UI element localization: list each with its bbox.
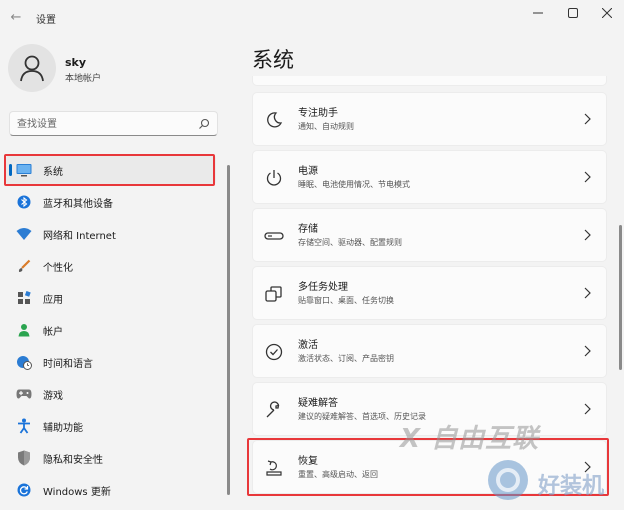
sidebar-item-network[interactable]: 网络和 Internet [6, 219, 216, 249]
sidebar-item-privacy[interactable]: 隐私和安全性 [6, 443, 216, 473]
sidebar-item-accounts[interactable]: 帐户 [6, 315, 216, 345]
settings-card-focus-assist[interactable]: 专注助手 通知、自动规则 [252, 92, 607, 146]
person-icon [16, 322, 32, 338]
sidebar-item-bluetooth[interactable]: 蓝牙和其他设备 [6, 187, 216, 217]
watermark-brand-secondary: 好装机 [538, 474, 605, 499]
settings-card-activation[interactable]: 激活 激活状态、订阅、产品密钥 [252, 324, 607, 378]
user-name: sky [65, 56, 87, 69]
globe-clock-icon [16, 354, 32, 370]
sidebar-item-label: 时间和语言 [43, 358, 93, 370]
back-arrow-icon: ← [10, 9, 22, 25]
chevron-right-icon [584, 171, 591, 183]
card-title: 电源 [298, 166, 318, 177]
power-icon [264, 168, 284, 188]
sidebar-item-label: 游戏 [43, 390, 63, 402]
sidebar-item-accessibility[interactable]: 辅助功能 [6, 411, 216, 441]
sidebar-item-time-language[interactable]: 时间和语言 [6, 347, 216, 377]
chevron-right-icon [584, 403, 591, 415]
sidebar-item-windows-update[interactable]: Windows 更新 [6, 475, 216, 505]
sidebar-scrollbar[interactable] [227, 165, 230, 495]
card-subtitle: 通知、自动规则 [298, 122, 354, 131]
minimize-icon [533, 12, 543, 14]
search-input[interactable] [17, 116, 197, 132]
sidebar-item-label: 帐户 [43, 326, 63, 338]
close-icon [602, 8, 612, 18]
card-title: 疑难解答 [298, 398, 338, 409]
chevron-right-icon [584, 229, 591, 241]
person-icon [20, 55, 44, 82]
maximize-button[interactable] [556, 0, 590, 26]
sidebar-item-gaming[interactable]: 游戏 [6, 379, 216, 409]
close-button[interactable] [590, 0, 624, 26]
watermark-brand: X 自由互联 [400, 424, 540, 454]
update-icon [16, 482, 32, 498]
previous-card-fragment [252, 76, 607, 86]
card-subtitle: 激活状态、订阅、产品密钥 [298, 354, 394, 363]
moon-icon [264, 110, 284, 130]
card-subtitle: 睡眠、电池使用情况、节电模式 [298, 180, 410, 189]
sidebar-item-label: 应用 [43, 294, 63, 306]
wrench-icon [264, 400, 284, 420]
sidebar-item-apps[interactable]: 应用 [6, 283, 216, 313]
sidebar-item-label: 辅助功能 [43, 422, 83, 434]
chevron-right-icon [584, 113, 591, 125]
search-icon[interactable] [197, 117, 211, 131]
chevron-right-icon [584, 345, 591, 357]
avatar[interactable] [8, 44, 56, 92]
settings-card-storage[interactable]: 存储 存储空间、驱动器、配置规则 [252, 208, 607, 262]
chevron-right-icon [584, 287, 591, 299]
sidebar-item-label: 蓝牙和其他设备 [43, 198, 113, 210]
back-button[interactable]: ← [6, 6, 26, 28]
minimize-button[interactable] [521, 0, 555, 26]
card-title: 激活 [298, 340, 318, 351]
main-scrollbar[interactable] [619, 225, 622, 370]
sidebar-item-label: Windows 更新 [43, 486, 111, 498]
sidebar-item-personalization[interactable]: 个性化 [6, 251, 216, 281]
watermark-logo-ring [496, 468, 520, 492]
window-title: 设置 [36, 15, 56, 26]
card-subtitle: 贴靠窗口、桌面、任务切换 [298, 296, 394, 305]
search-box [9, 111, 218, 136]
settings-card-power[interactable]: 电源 睡眠、电池使用情况、节电模式 [252, 150, 607, 204]
accessibility-icon [16, 418, 32, 434]
sidebar-item-label: 个性化 [43, 262, 73, 274]
check-circle-icon [264, 342, 284, 362]
card-title: 专注助手 [298, 108, 338, 119]
maximize-icon [568, 8, 578, 18]
brush-icon [16, 258, 32, 274]
card-title: 存储 [298, 224, 318, 235]
bluetooth-icon [16, 194, 32, 210]
storage-icon [264, 226, 284, 246]
wifi-icon [16, 226, 32, 242]
title-bar: ← 设置 [0, 0, 624, 34]
gamepad-icon [16, 386, 32, 402]
multitask-icon [264, 284, 284, 304]
settings-card-multitasking[interactable]: 多任务处理 贴靠窗口、桌面、任务切换 [252, 266, 607, 320]
card-title: 多任务处理 [298, 282, 348, 293]
account-type: 本地帐户 [65, 74, 102, 84]
page-title: 系统 [252, 48, 294, 72]
shield-icon [16, 450, 32, 466]
sidebar-item-label: 隐私和安全性 [43, 454, 103, 466]
card-subtitle: 存储空间、驱动器、配置规则 [298, 238, 402, 247]
highlight-box-system [4, 154, 215, 186]
apps-icon [16, 290, 32, 306]
sidebar-item-label: 网络和 Internet [43, 230, 116, 242]
